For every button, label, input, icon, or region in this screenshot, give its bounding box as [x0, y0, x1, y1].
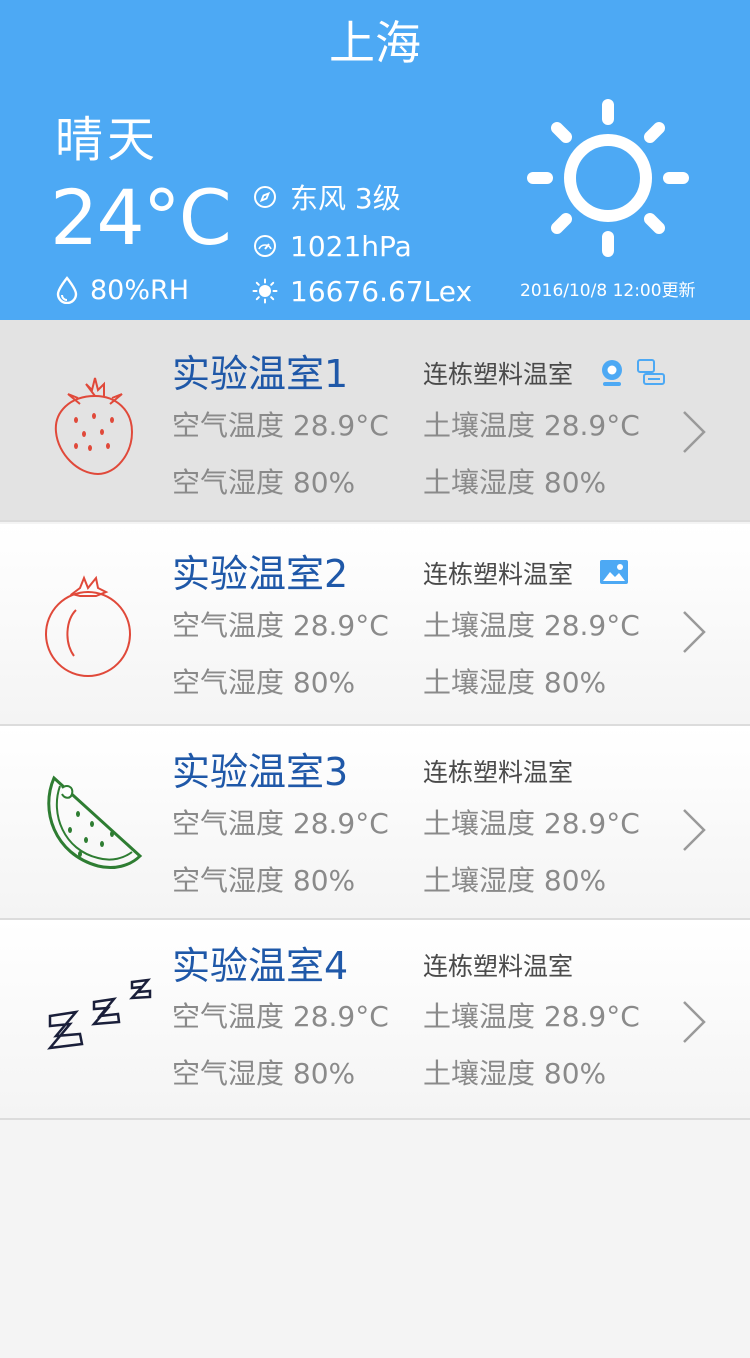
greenhouse-type: 连栋塑料温室 [423, 360, 574, 389]
humidity-row: 80%RH [56, 270, 189, 310]
weather-header: 上海 晴天 24°C 80%RH 东风 3级 1021hPa 16676.67L… [0, 0, 750, 320]
soil-humidity: 土壤湿度 80% [423, 864, 607, 897]
greenhouse-type: 连栋塑料温室 [423, 952, 574, 981]
air-humidity: 空气湿度 80% [172, 864, 356, 897]
device-icon[interactable] [636, 358, 666, 388]
soil-temperature: 土壤温度 28.9°C [423, 807, 640, 840]
soil-temperature: 土壤温度 28.9°C [423, 1000, 640, 1033]
greenhouse-type: 连栋塑料温室 [423, 758, 574, 787]
greenhouse-name: 实验温室4 [172, 944, 349, 988]
chevron-right-icon[interactable] [680, 1000, 708, 1044]
sun-small-icon [252, 278, 278, 304]
weather-condition: 晴天 [55, 112, 160, 168]
greenhouse-name: 实验温室2 [172, 552, 349, 596]
wind-value: 东风 3级 [290, 182, 401, 215]
soil-humidity: 土壤湿度 80% [423, 466, 607, 499]
soil-temperature: 土壤温度 28.9°C [423, 609, 640, 642]
greenhouse-name: 实验温室1 [172, 352, 349, 396]
air-humidity: 空气湿度 80% [172, 1057, 356, 1090]
sleep-icon [47, 978, 152, 1050]
greenhouse-name: 实验温室3 [172, 750, 349, 794]
greenhouse-type: 连栋塑料温室 [423, 560, 574, 589]
chevron-right-icon[interactable] [680, 610, 708, 654]
greenhouse-card-3[interactable]: 实验温室3 连栋塑料温室 空气温度 28.9°C 土壤温度 28.9°C 空气湿… [0, 726, 750, 920]
image-icon[interactable] [600, 560, 628, 584]
greenhouse-card-4[interactable]: 实验温室4 连栋塑料温室 空气温度 28.9°C 土壤温度 28.9°C 空气湿… [0, 920, 750, 1120]
soil-temperature: 土壤温度 28.9°C [423, 409, 640, 442]
humidity-value: 80%RH [90, 274, 190, 306]
illuminance-value: 16676.67Lex [290, 274, 473, 308]
update-time: 2016/10/8 12:00更新 [520, 281, 696, 301]
greenhouse-card-2[interactable]: 实验温室2 连栋塑料温室 空气温度 28.9°C 土壤温度 28.9°C 空气湿… [0, 524, 750, 726]
camera-icon[interactable] [598, 358, 626, 388]
soil-humidity: 土壤湿度 80% [423, 1057, 607, 1090]
air-humidity: 空气湿度 80% [172, 466, 356, 499]
pressure-row: 1021hPa [252, 225, 412, 267]
chevron-right-icon[interactable] [680, 410, 708, 454]
illuminance-row: 16676.67Lex [252, 270, 472, 312]
air-humidity: 空气湿度 80% [172, 666, 356, 699]
compass-icon [252, 184, 278, 210]
gauge-icon [252, 233, 278, 259]
air-temperature: 空气温度 28.9°C [172, 609, 389, 642]
droplet-icon [56, 276, 78, 304]
strawberry-icon [54, 377, 134, 476]
soil-humidity: 土壤湿度 80% [423, 666, 607, 699]
greenhouse-card-1[interactable]: 实验温室1 连栋塑料温室 空气温度 28.9°C 土壤温度 28.9°C 空气湿… [0, 320, 750, 522]
air-temperature: 空气温度 28.9°C [172, 807, 389, 840]
watermelon-icon [47, 775, 143, 870]
air-temperature: 空气温度 28.9°C [172, 1000, 389, 1033]
current-temperature: 24°C [50, 173, 232, 262]
chevron-right-icon[interactable] [680, 808, 708, 852]
air-temperature: 空气温度 28.9°C [172, 409, 389, 442]
wind-row: 东风 3级 [252, 176, 401, 218]
pressure-value: 1021hPa [290, 229, 412, 263]
tomato-icon [45, 575, 131, 677]
city-title[interactable]: 上海 [0, 12, 750, 74]
sun-icon [527, 99, 689, 257]
